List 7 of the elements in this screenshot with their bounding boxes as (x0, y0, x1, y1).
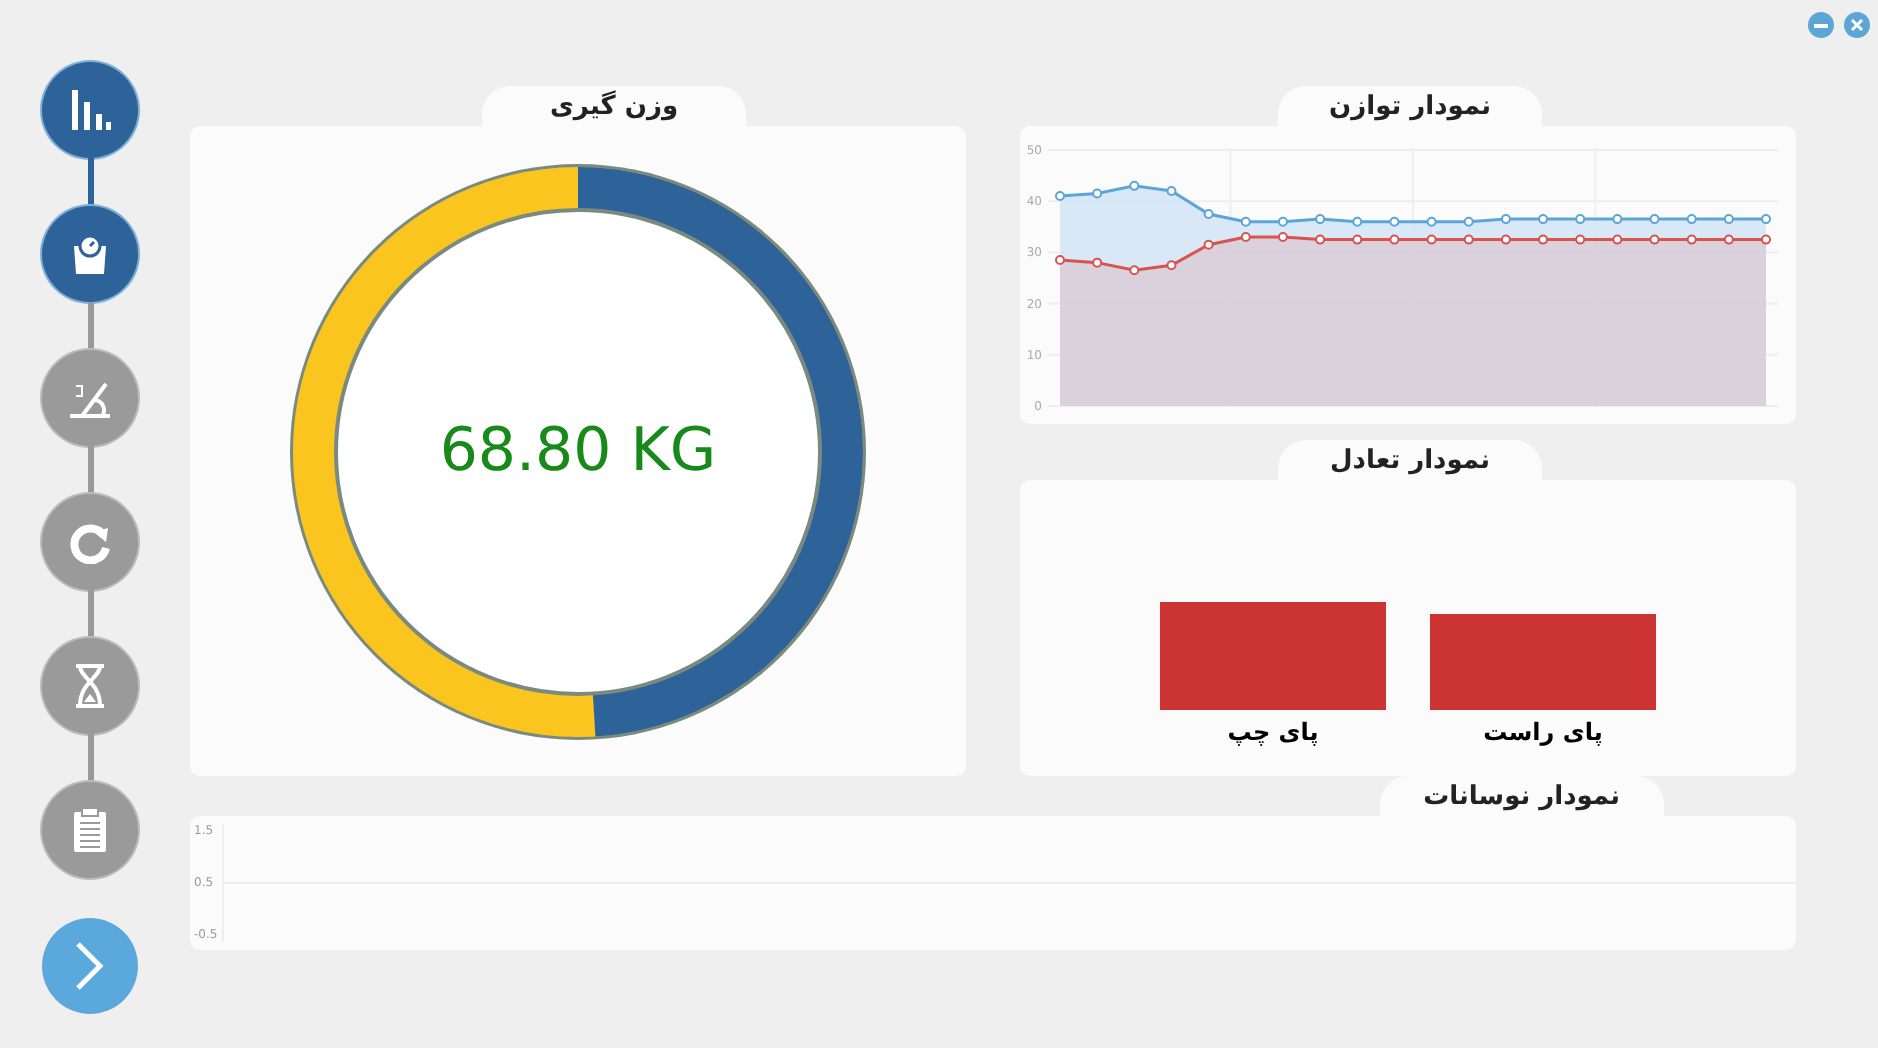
card-title: نمودار تعادل (1278, 440, 1542, 480)
bar-label: پای چپ (1227, 718, 1319, 746)
card-title: نمودار نوسانات (1379, 776, 1664, 816)
weight-reading: 68.80 KG (439, 416, 717, 486)
card-title: نمودار توازن (1278, 86, 1542, 126)
bar-label: پای راست (1483, 718, 1603, 746)
card-title: وزن گیری (482, 86, 746, 126)
